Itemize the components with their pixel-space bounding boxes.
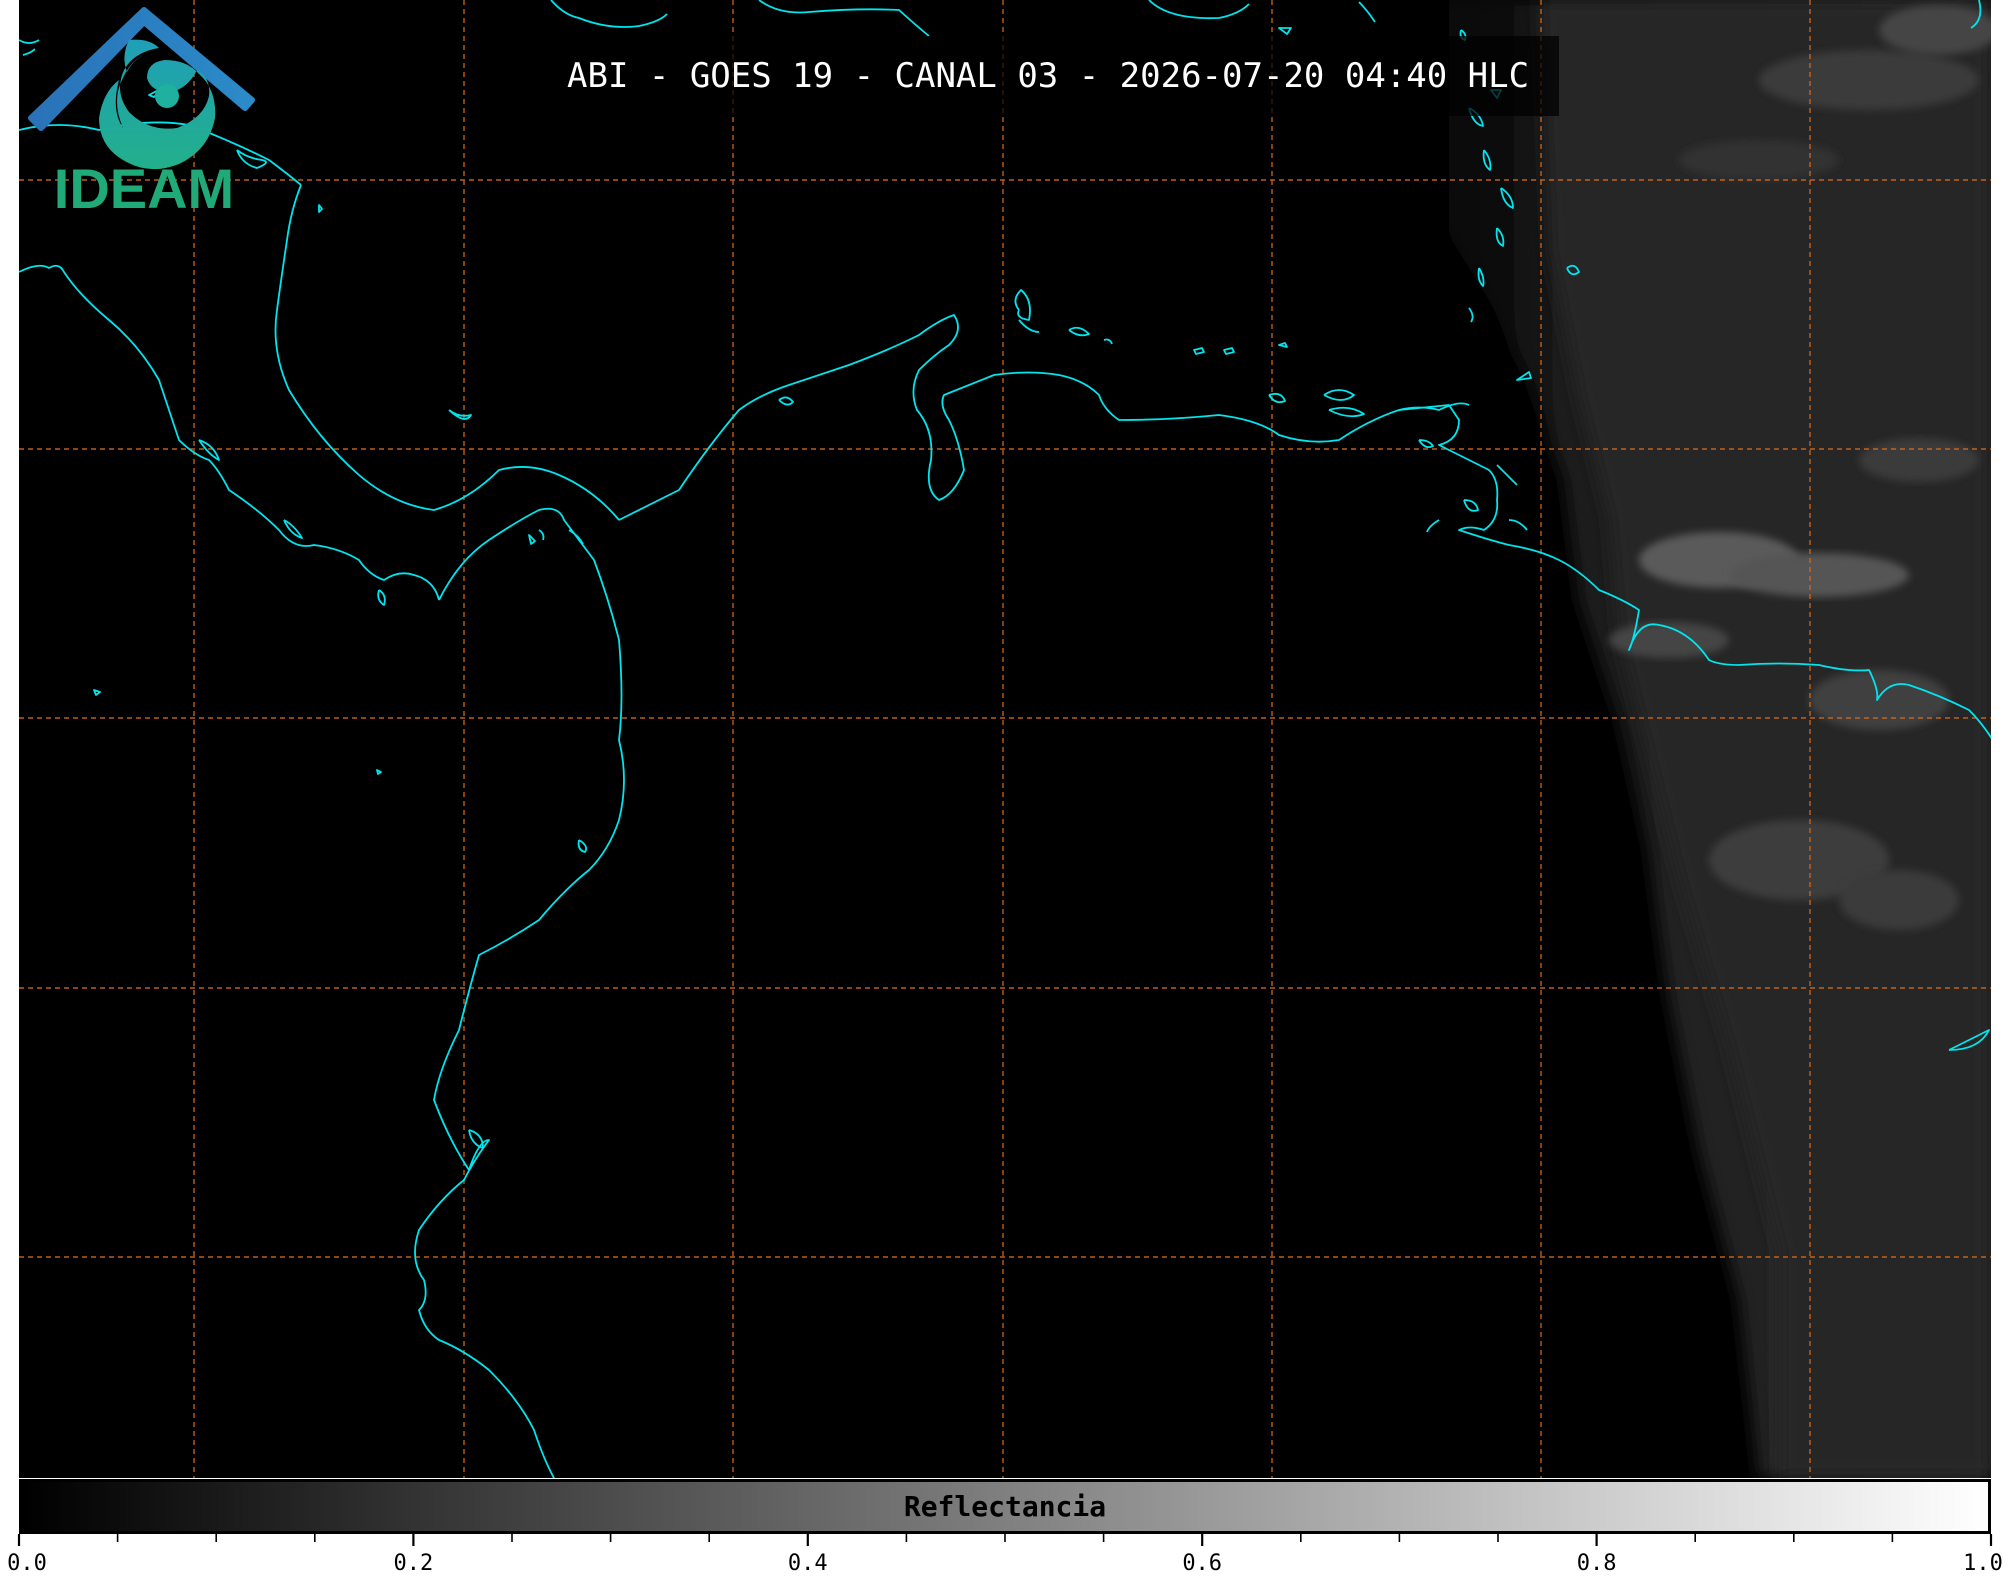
tick-label: 0.8 xyxy=(1576,1551,1617,1576)
tick-label: 0.0 xyxy=(7,1551,47,1576)
map-title: ABI - GOES 19 - CANAL 03 - 2026-07-20 04… xyxy=(537,36,1560,116)
colorbar-ticks xyxy=(17,1534,1993,1546)
tick-label: 0.2 xyxy=(393,1551,434,1576)
tick-label: 0.6 xyxy=(1182,1551,1223,1576)
logo-text: IDEAM xyxy=(54,157,234,220)
map-canvas xyxy=(19,0,1991,1478)
tick-label: 0.4 xyxy=(787,1551,828,1576)
ideam-logo-icon: IDEAM xyxy=(28,7,255,220)
tick-label: 1.0 xyxy=(1963,1551,2003,1576)
colorbar: Reflectancia xyxy=(19,1479,1991,1534)
colorbar-label: Reflectancia xyxy=(903,1490,1107,1523)
satellite-figure: ABI - GOES 19 - CANAL 03 - 2026-07-20 04… xyxy=(0,0,2011,1577)
satellite-map: ABI - GOES 19 - CANAL 03 - 2026-07-20 04… xyxy=(19,0,1991,1478)
